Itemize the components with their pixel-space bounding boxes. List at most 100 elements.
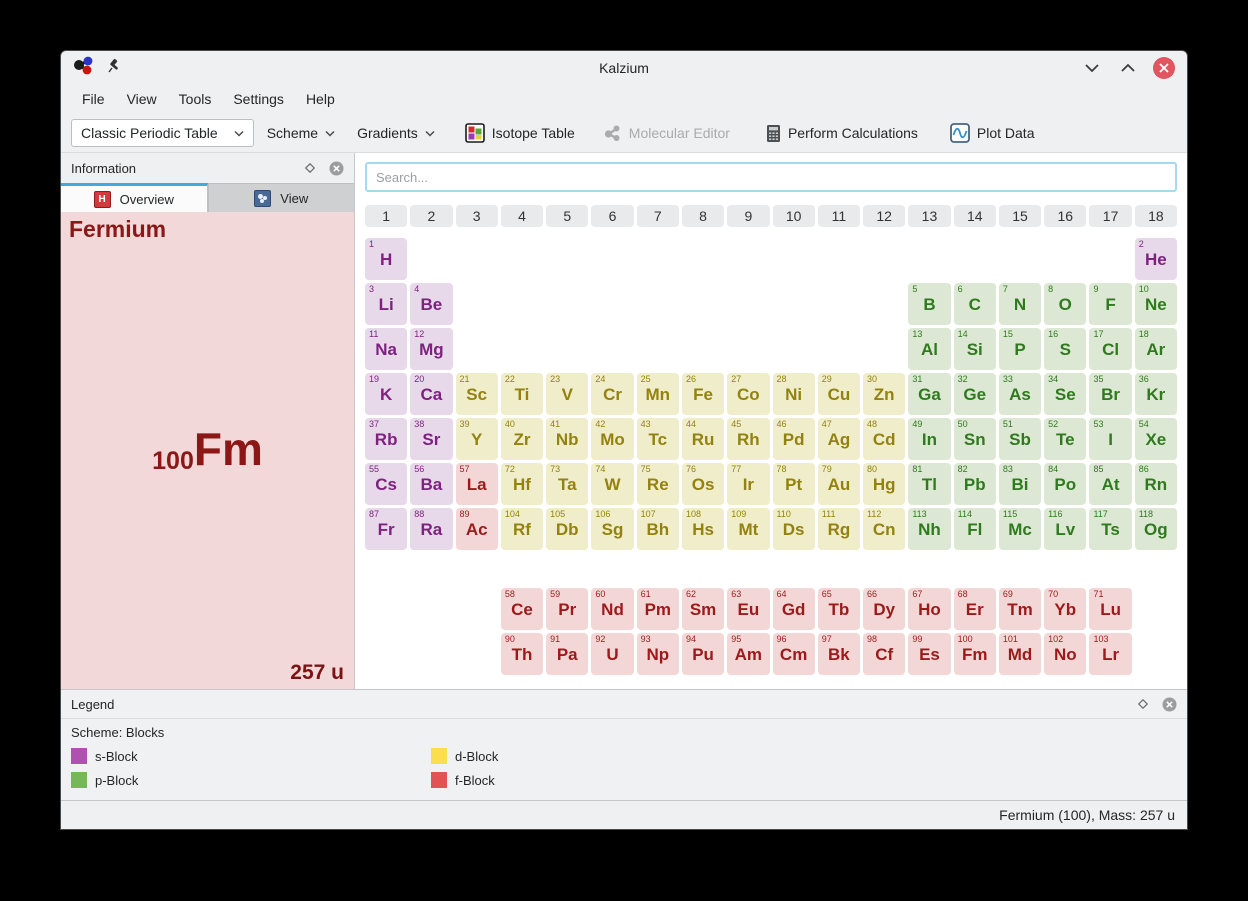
element-tile-Es[interactable]: 99Es [908, 633, 950, 675]
element-tile-Sc[interactable]: 21Sc [456, 373, 498, 415]
element-tile-Np[interactable]: 93Np [637, 633, 679, 675]
element-tile-Rg[interactable]: 111Rg [818, 508, 860, 550]
element-tile-Cs[interactable]: 55Cs [365, 463, 407, 505]
element-tile-Ac[interactable]: 89Ac [456, 508, 498, 550]
element-tile-O[interactable]: 8O [1044, 283, 1086, 325]
element-tile-Xe[interactable]: 54Xe [1135, 418, 1177, 460]
element-tile-In[interactable]: 49In [908, 418, 950, 460]
group-button-6[interactable]: 6 [591, 205, 633, 227]
element-tile-Br[interactable]: 35Br [1089, 373, 1131, 415]
element-tile-W[interactable]: 74W [591, 463, 633, 505]
element-tile-Fe[interactable]: 26Fe [682, 373, 724, 415]
element-tile-Ag[interactable]: 47Ag [818, 418, 860, 460]
element-tile-Pu[interactable]: 94Pu [682, 633, 724, 675]
dock-close-icon[interactable] [328, 160, 344, 176]
element-tile-No[interactable]: 102No [1044, 633, 1086, 675]
element-tile-Pb[interactable]: 82Pb [954, 463, 996, 505]
element-tile-Zr[interactable]: 40Zr [501, 418, 543, 460]
element-tile-Ar[interactable]: 18Ar [1135, 328, 1177, 370]
element-tile-Sn[interactable]: 50Sn [954, 418, 996, 460]
element-tile-Md[interactable]: 101Md [999, 633, 1041, 675]
element-tile-Ga[interactable]: 31Ga [908, 373, 950, 415]
gradients-dropdown[interactable]: Gradients [348, 121, 444, 145]
element-tile-Pd[interactable]: 46Pd [773, 418, 815, 460]
menu-tools[interactable]: Tools [168, 86, 223, 112]
element-tile-Ds[interactable]: 110Ds [773, 508, 815, 550]
element-tile-F[interactable]: 9F [1089, 283, 1131, 325]
element-tile-Ca[interactable]: 20Ca [410, 373, 452, 415]
group-button-8[interactable]: 8 [682, 205, 724, 227]
group-button-14[interactable]: 14 [954, 205, 996, 227]
element-tile-Ts[interactable]: 117Ts [1089, 508, 1131, 550]
element-tile-Lv[interactable]: 116Lv [1044, 508, 1086, 550]
perform-calculations-button[interactable]: Perform Calculations [757, 120, 927, 147]
element-tile-Cr[interactable]: 24Cr [591, 373, 633, 415]
group-button-5[interactable]: 5 [546, 205, 588, 227]
element-tile-Mo[interactable]: 42Mo [591, 418, 633, 460]
element-tile-Co[interactable]: 27Co [727, 373, 769, 415]
group-button-1[interactable]: 1 [365, 205, 407, 227]
element-tile-U[interactable]: 92U [591, 633, 633, 675]
legend-float-icon[interactable] [1135, 696, 1151, 712]
element-tile-Rh[interactable]: 45Rh [727, 418, 769, 460]
element-tile-Mg[interactable]: 12Mg [410, 328, 452, 370]
search-input[interactable] [365, 162, 1177, 192]
element-tile-Mn[interactable]: 25Mn [637, 373, 679, 415]
element-tile-Zn[interactable]: 30Zn [863, 373, 905, 415]
menu-settings[interactable]: Settings [222, 86, 295, 112]
element-tile-Bh[interactable]: 107Bh [637, 508, 679, 550]
element-tile-Pt[interactable]: 78Pt [773, 463, 815, 505]
element-tile-Ti[interactable]: 22Ti [501, 373, 543, 415]
element-tile-Re[interactable]: 75Re [637, 463, 679, 505]
group-button-4[interactable]: 4 [501, 205, 543, 227]
element-tile-P[interactable]: 15P [999, 328, 1041, 370]
element-tile-Ta[interactable]: 73Ta [546, 463, 588, 505]
element-tile-Tm[interactable]: 69Tm [999, 588, 1041, 630]
element-tile-Y[interactable]: 39Y [456, 418, 498, 460]
element-tile-La[interactable]: 57La [456, 463, 498, 505]
element-tile-Nh[interactable]: 113Nh [908, 508, 950, 550]
element-tile-Be[interactable]: 4Be [410, 283, 452, 325]
menu-view[interactable]: View [116, 86, 168, 112]
element-tile-Sm[interactable]: 62Sm [682, 588, 724, 630]
element-tile-Ni[interactable]: 28Ni [773, 373, 815, 415]
element-tile-Ba[interactable]: 56Ba [410, 463, 452, 505]
element-tile-Th[interactable]: 90Th [501, 633, 543, 675]
group-button-15[interactable]: 15 [999, 205, 1041, 227]
element-tile-V[interactable]: 23V [546, 373, 588, 415]
element-tile-Sb[interactable]: 51Sb [999, 418, 1041, 460]
group-button-13[interactable]: 13 [908, 205, 950, 227]
element-tile-Na[interactable]: 11Na [365, 328, 407, 370]
maximize-icon[interactable] [1117, 57, 1139, 79]
element-tile-Ne[interactable]: 10Ne [1135, 283, 1177, 325]
menu-help[interactable]: Help [295, 86, 346, 112]
element-tile-H[interactable]: 1H [365, 238, 407, 280]
close-icon[interactable] [1153, 57, 1175, 79]
element-tile-N[interactable]: 7N [999, 283, 1041, 325]
element-tile-Rn[interactable]: 86Rn [1135, 463, 1177, 505]
scheme-dropdown[interactable]: Scheme [258, 121, 344, 145]
element-tile-Lr[interactable]: 103Lr [1089, 633, 1131, 675]
element-tile-Po[interactable]: 84Po [1044, 463, 1086, 505]
element-tile-Ge[interactable]: 32Ge [954, 373, 996, 415]
element-tile-Ho[interactable]: 67Ho [908, 588, 950, 630]
menu-file[interactable]: File [71, 86, 116, 112]
element-tile-Cn[interactable]: 112Cn [863, 508, 905, 550]
element-tile-Hf[interactable]: 72Hf [501, 463, 543, 505]
element-tile-As[interactable]: 33As [999, 373, 1041, 415]
element-tile-Kr[interactable]: 36Kr [1135, 373, 1177, 415]
element-tile-Cd[interactable]: 48Cd [863, 418, 905, 460]
element-tile-Fl[interactable]: 114Fl [954, 508, 996, 550]
element-tile-Ru[interactable]: 44Ru [682, 418, 724, 460]
element-tile-Tb[interactable]: 65Tb [818, 588, 860, 630]
isotope-table-button[interactable]: Isotope Table [456, 119, 584, 147]
element-tile-Si[interactable]: 14Si [954, 328, 996, 370]
group-button-16[interactable]: 16 [1044, 205, 1086, 227]
group-button-18[interactable]: 18 [1135, 205, 1177, 227]
legend-close-icon[interactable] [1161, 696, 1177, 712]
element-tile-Pr[interactable]: 59Pr [546, 588, 588, 630]
tab-view[interactable]: View [208, 183, 355, 212]
table-type-select[interactable]: Classic Periodic Table [71, 119, 254, 147]
element-tile-Te[interactable]: 52Te [1044, 418, 1086, 460]
element-tile-Se[interactable]: 34Se [1044, 373, 1086, 415]
